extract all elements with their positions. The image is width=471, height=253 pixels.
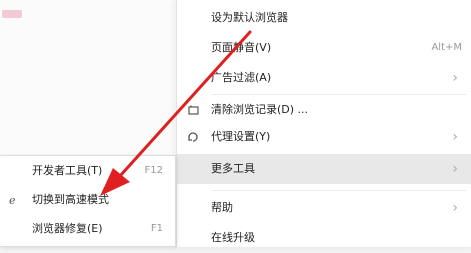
menu-item-help[interactable]: 帮助 ›	[177, 193, 471, 223]
menu-item-proxy-settings[interactable]: 代理设置(Y) ›	[177, 122, 471, 152]
page-background	[0, 0, 176, 160]
menu-item-label: 浏览器修复(E)	[32, 222, 103, 235]
menu-item-set-default-browser[interactable]: 设为默认浏览器	[177, 3, 471, 33]
context-menu: 设为默认浏览器 页面静音(V) Alt+M 广告过滤(A) › 清除浏览记录(D…	[176, 0, 471, 247]
proxy-icon	[185, 122, 201, 152]
menu-item-more-tools[interactable]: 更多工具 ›	[177, 154, 471, 184]
menu-item-label: 代理设置(Y)	[211, 130, 271, 143]
submenu-item-browser-repair[interactable]: 浏览器修复(E) F1	[0, 214, 175, 244]
menu-item-label: 页面静音(V)	[211, 41, 272, 54]
shortcut-label: F1	[150, 223, 163, 234]
broom-icon	[185, 95, 201, 125]
submenu-item-developer-tools[interactable]: 开发者工具(T) F12	[0, 156, 175, 186]
menu-item-online-update[interactable]: 在线升级	[177, 223, 471, 253]
menu-item-clear-history[interactable]: 清除浏览记录(D) ...	[177, 95, 471, 125]
menu-item-label: 更多工具	[211, 162, 255, 175]
chevron-right-icon: ›	[452, 70, 458, 86]
menu-separator	[211, 190, 466, 191]
menu-item-label: 在线升级	[211, 231, 255, 244]
ie-icon: e	[6, 185, 22, 215]
submenu-item-switch-high-speed[interactable]: e 切换到高速模式	[0, 185, 175, 215]
chevron-right-icon: ›	[452, 161, 458, 177]
menu-item-label: 广告过滤(A)	[211, 71, 272, 84]
menu-item-mute-page[interactable]: 页面静音(V) Alt+M	[177, 33, 471, 63]
shortcut-label: Alt+M	[431, 42, 462, 53]
menu-item-ad-filter[interactable]: 广告过滤(A) ›	[177, 63, 471, 93]
menu-item-label: 开发者工具(T)	[32, 164, 103, 177]
chevron-right-icon: ›	[452, 200, 458, 216]
menu-item-label: 设为默认浏览器	[211, 11, 288, 24]
page-fragment	[2, 10, 22, 18]
menu-item-label: 清除浏览记录(D) ...	[211, 103, 309, 116]
menu-item-label: 切换到高速模式	[32, 193, 109, 206]
chevron-right-icon: ›	[452, 129, 458, 145]
svg-text:e: e	[9, 194, 16, 206]
menu-item-label: 帮助	[211, 201, 233, 214]
more-tools-submenu: 开发者工具(T) F12 e 切换到高速模式 浏览器修复(E) F1	[0, 155, 176, 247]
shortcut-label: F12	[144, 165, 163, 176]
